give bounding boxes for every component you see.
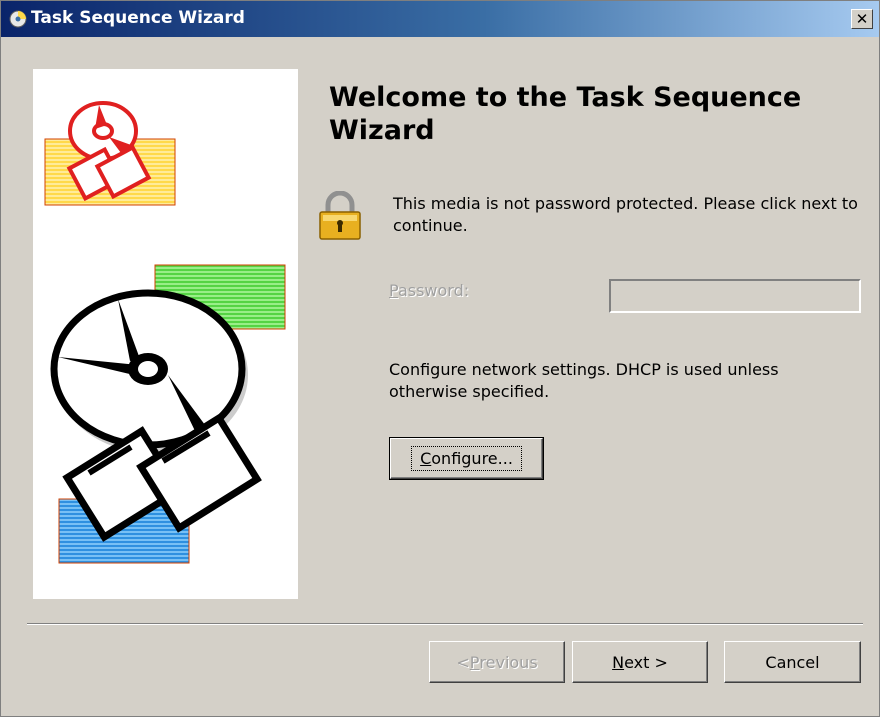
close-icon: ✕: [855, 10, 869, 28]
password-label-accel: P: [389, 281, 398, 300]
configure-button[interactable]: Configure...: [389, 437, 544, 480]
previous-rest: revious: [479, 652, 538, 672]
previous-accel: P: [469, 652, 480, 672]
configure-rest: onfigure...: [431, 449, 513, 468]
network-message: Configure network settings. DHCP is used…: [389, 360, 779, 401]
padlock-icon: [319, 191, 361, 240]
cd-floppy-illustration: [44, 101, 286, 564]
password-label: Password:: [389, 281, 469, 300]
password-field[interactable]: [609, 279, 861, 313]
cancel-button[interactable]: Cancel: [724, 641, 861, 683]
close-button[interactable]: ✕: [851, 9, 873, 29]
next-button[interactable]: Next >: [572, 641, 708, 683]
wizard-window: Task Sequence Wizard ✕ Welcome to the Ta…: [0, 0, 880, 717]
next-rest: ext >: [624, 652, 668, 672]
password-status-message: This media is not password protected. Pl…: [393, 194, 858, 235]
title-bar[interactable]: Task Sequence Wizard ✕: [1, 1, 879, 37]
page-title: Welcome to the Task Sequence Wizard: [329, 82, 802, 146]
previous-button[interactable]: < ​Previous: [429, 641, 565, 683]
password-label-rest: assword:: [397, 281, 470, 300]
window-title: Task Sequence Wizard: [31, 8, 245, 28]
footer-divider: [27, 623, 863, 625]
wizard-cd-icon: [9, 10, 27, 28]
previous-prefix: <: [456, 652, 470, 672]
next-accel: N: [612, 652, 625, 672]
wizard-illustration: [33, 69, 298, 599]
configure-button-label: Configure...: [411, 446, 522, 471]
configure-accel: C: [420, 449, 432, 468]
